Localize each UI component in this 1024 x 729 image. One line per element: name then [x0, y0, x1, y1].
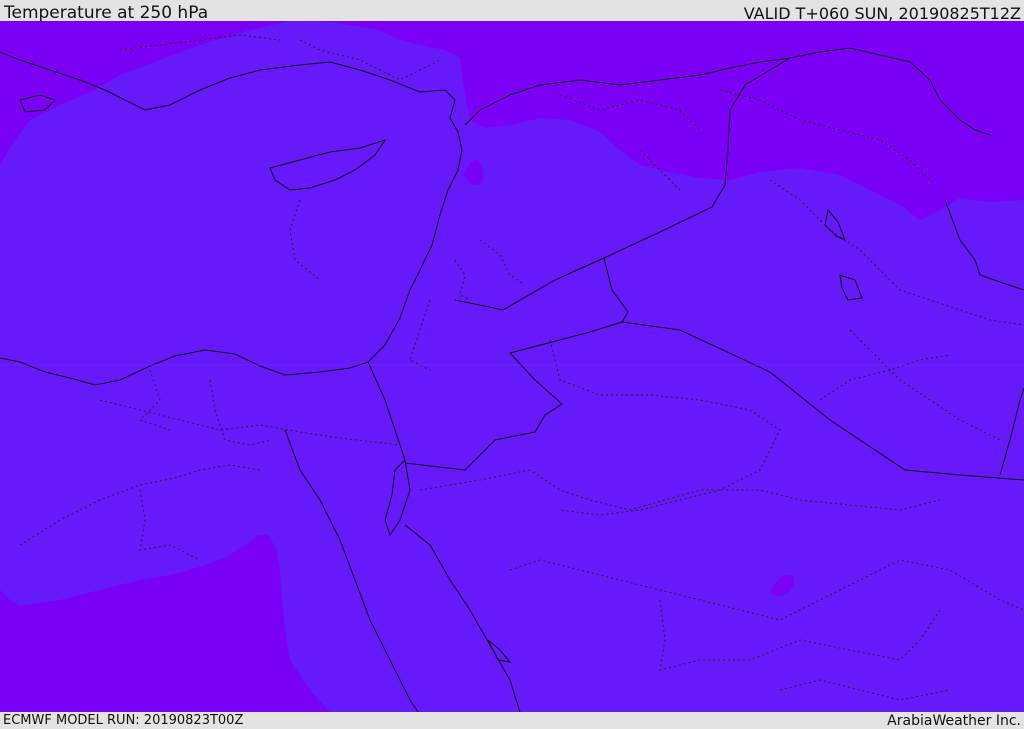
map-title: Temperature at 250 hPa	[4, 3, 209, 23]
footer-bar: ECMWF MODEL RUN: 20190823T00Z ArabiaWeat…	[0, 712, 1024, 729]
model-run-label: ECMWF MODEL RUN: 20190823T00Z	[3, 713, 244, 728]
map-canvas	[0, 21, 1024, 712]
header-bar: Temperature at 250 hPa VALID T+060 SUN, …	[0, 0, 1024, 23]
weather-map[interactable]	[0, 21, 1024, 712]
credit-label: ArabiaWeather Inc.	[887, 713, 1021, 729]
